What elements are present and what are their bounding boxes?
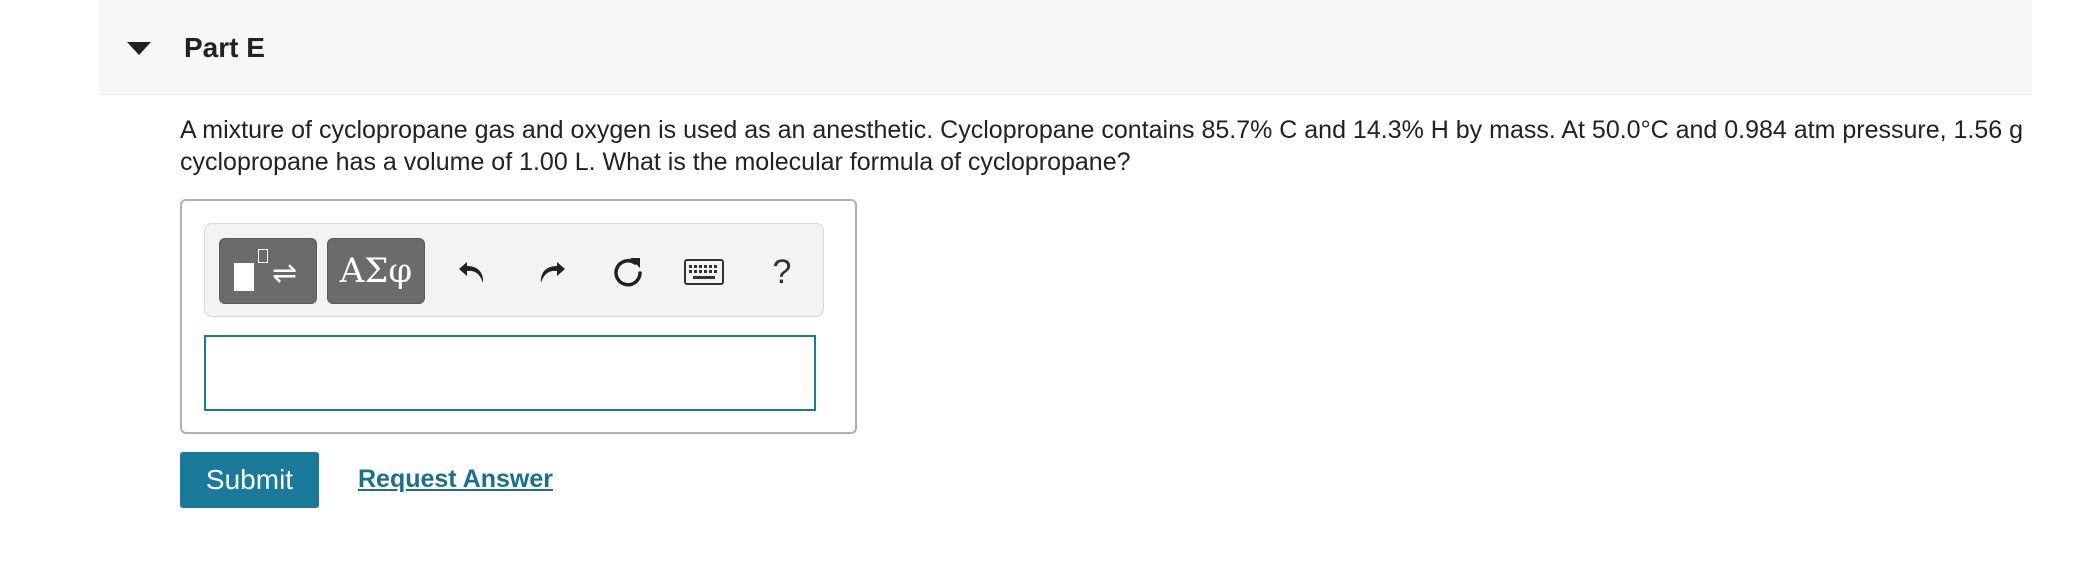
question-text: A mixture of cyclopropane gas and oxygen… [180, 116, 2024, 176]
submit-button[interactable]: Submit [180, 452, 319, 508]
collapse-caret-icon[interactable] [127, 42, 151, 55]
request-answer-link[interactable]: Request Answer [358, 463, 553, 495]
redo-button[interactable] [529, 250, 573, 294]
help-icon: ? [772, 252, 792, 291]
math-toolbar: ⇌ ΑΣφ ? [204, 223, 824, 317]
undo-button[interactable] [451, 250, 495, 294]
part-header[interactable]: Part E [99, 0, 2032, 95]
keyboard-icon [684, 259, 724, 285]
greek-symbols-button[interactable]: ΑΣφ [327, 238, 425, 304]
templates-button[interactable]: ⇌ [219, 238, 317, 304]
answer-editor: ⇌ ΑΣφ ? [180, 199, 857, 434]
answer-input[interactable] [204, 335, 816, 411]
redo-icon [540, 262, 565, 283]
part-title: Part E [184, 32, 265, 63]
undo-icon [459, 262, 484, 283]
help-button[interactable]: ? [760, 250, 804, 294]
keyboard-button[interactable] [682, 250, 726, 294]
reset-icon [614, 258, 642, 287]
greek-symbols-label: ΑΣφ [339, 251, 413, 291]
reset-button[interactable] [606, 250, 650, 294]
